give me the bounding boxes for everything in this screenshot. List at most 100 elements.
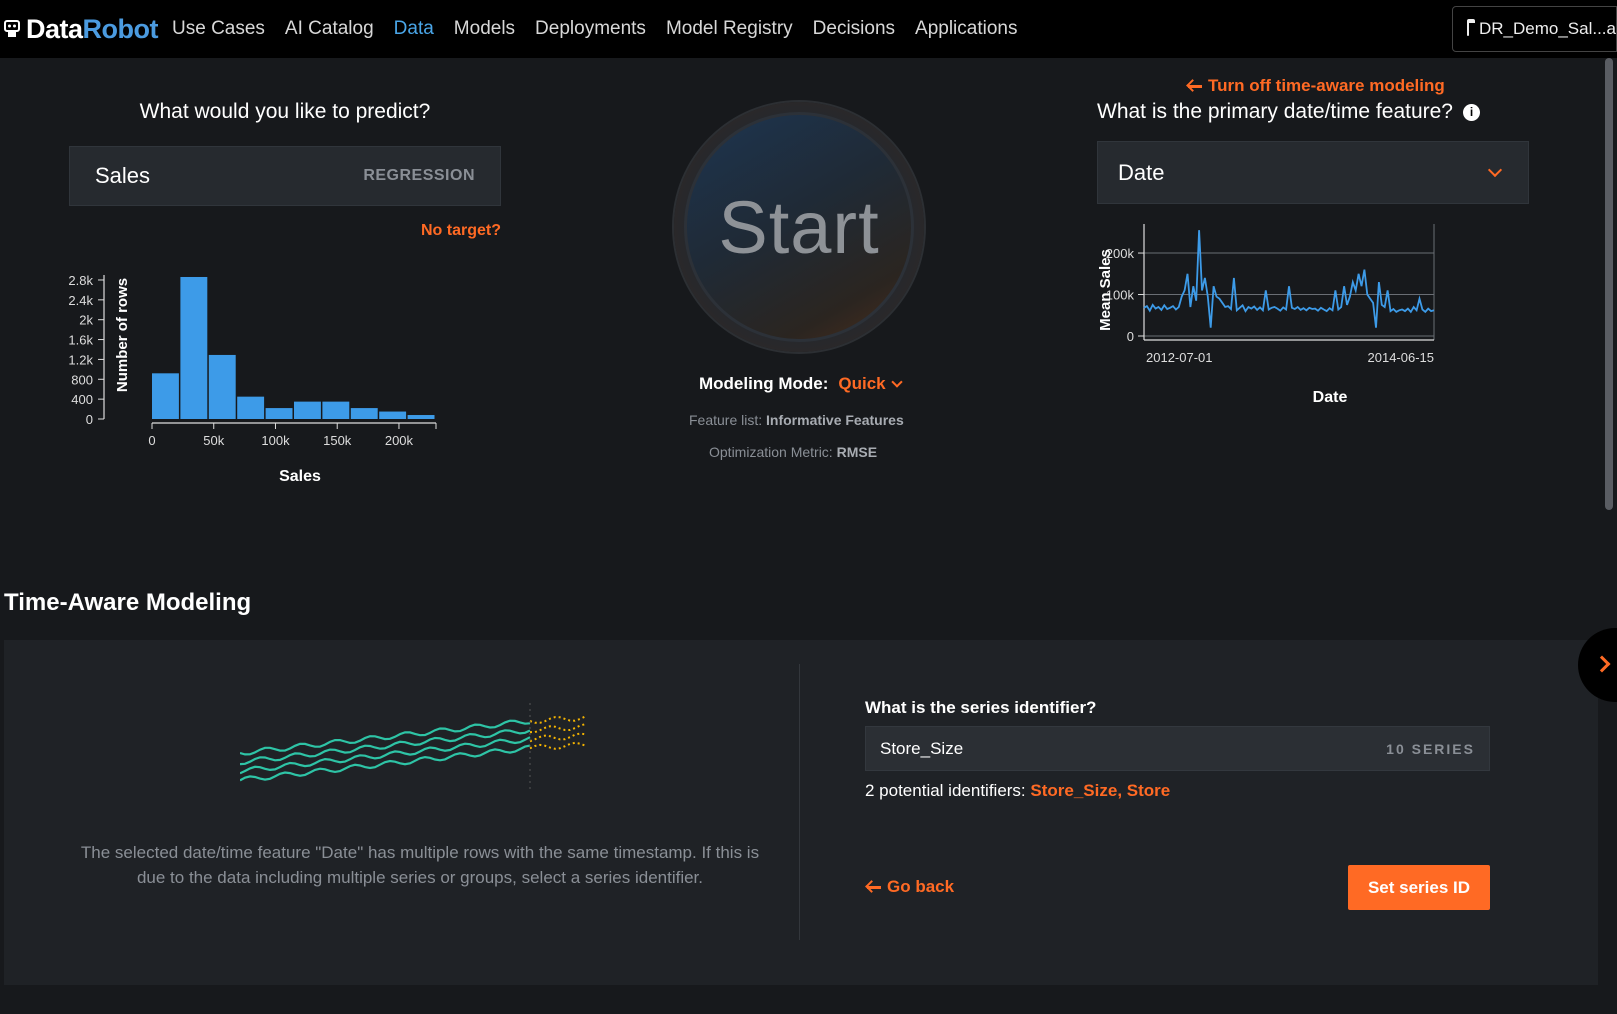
x-tick-label: 200k <box>385 433 414 448</box>
forecast-series-line <box>529 715 586 724</box>
nav-ai-catalog[interactable]: AI Catalog <box>285 18 374 40</box>
series-identifier-value: Store_Size <box>880 738 964 758</box>
start-button[interactable]: Start <box>684 112 914 342</box>
x-tick-label: 50k <box>203 433 224 448</box>
x-tick-label: 150k <box>323 433 352 448</box>
time-aware-panel <box>4 640 1598 985</box>
target-input[interactable]: Sales REGRESSION <box>69 146 501 206</box>
potential-identifiers: 2 potential identifiers: Store_Size, Sto… <box>865 781 1170 801</box>
no-target-link[interactable]: No target? <box>421 222 501 240</box>
nav-models[interactable]: Models <box>454 18 515 40</box>
y-tick-label: 0 <box>86 412 93 427</box>
datetime-feature-select[interactable]: Date <box>1097 141 1529 204</box>
project-selector[interactable]: DR_Demo_Sal...a <box>1452 6 1617 52</box>
x-tick-label: 2014-06-15 <box>1368 350 1435 365</box>
chart-x-axis: 2012-07-01 2014-06-15 <box>1144 339 1435 365</box>
potential-identifiers-links[interactable]: Store_Size, Store <box>1030 781 1170 800</box>
potential-identifiers-label: 2 potential identifiers: <box>865 781 1026 800</box>
project-name: DR_Demo_Sal...a <box>1478 19 1616 38</box>
x-tick-label: 100k <box>261 433 290 448</box>
series-illustration-lines <box>240 715 586 782</box>
histogram-x-label: Sales <box>279 468 321 485</box>
info-icon[interactable]: i <box>1463 103 1480 121</box>
histogram-bar[interactable] <box>208 354 236 419</box>
main-nav: Use Cases AI Catalog Data Models Deploym… <box>172 18 1037 40</box>
histogram-bar[interactable] <box>152 373 179 419</box>
feature-list-row: Feature list: Informative Features <box>689 412 904 428</box>
y-tick-label: 1.6k <box>68 333 93 348</box>
y-tick-label: 1.2k <box>68 352 93 367</box>
series-identifier-input[interactable]: Store_Size 10 SERIES <box>865 726 1490 771</box>
start-label: Start <box>718 185 880 269</box>
time-aware-description: The selected date/time feature "Date" ha… <box>80 843 760 887</box>
histogram-y-axis: 0 400 800 1.2k 1.6k 2k 2.4k 2.8k <box>68 273 105 427</box>
histogram-bar[interactable] <box>265 408 293 419</box>
chevron-down-icon <box>890 375 903 388</box>
nav-model-registry[interactable]: Model Registry <box>666 18 793 40</box>
history-series-line <box>240 736 531 775</box>
arrow-left-icon <box>1186 79 1202 93</box>
chart-x-label: Date <box>1313 389 1348 406</box>
modeling-mode-row: Modeling Mode: Quick <box>699 374 903 394</box>
top-navigation-bar: DataRobot Use Cases AI Catalog Data Mode… <box>0 0 1617 58</box>
mean-sales-series-line <box>1143 230 1435 328</box>
optimization-metric-row: Optimization Metric: RMSE <box>709 444 877 460</box>
target-question: What would you like to predict? <box>139 100 431 123</box>
start-button-ring: Start <box>674 102 924 352</box>
turn-off-time-aware-link[interactable]: Turn off time-aware modeling <box>1186 76 1445 96</box>
histogram-bar[interactable] <box>294 401 321 419</box>
forecast-series-line <box>529 741 586 750</box>
histogram-bars <box>152 276 435 419</box>
y-tick-label: 2k <box>79 313 93 328</box>
datetime-question-text: What is the primary date/time feature? <box>1097 100 1453 123</box>
optimization-metric-label: Optimization Metric: <box>709 444 833 460</box>
turn-off-label: Turn off time-aware modeling <box>1208 76 1445 95</box>
series-count-badge: 10 SERIES <box>1386 740 1475 757</box>
x-tick-label: 0 <box>148 433 155 448</box>
histogram-bar[interactable] <box>180 276 208 419</box>
target-value: Sales <box>95 163 151 188</box>
optimization-metric-value[interactable]: RMSE <box>837 444 877 460</box>
modeling-mode-dropdown[interactable]: Quick <box>838 374 903 394</box>
series-identifier-question: What is the series identifier? <box>865 698 1097 717</box>
mean-sales-chart: 0100k200k 2012-07-01 2014-06-15 Mean Sale… <box>1097 224 1435 406</box>
chevron-down-icon <box>1487 162 1503 177</box>
nav-decisions[interactable]: Decisions <box>813 18 895 40</box>
x-tick-label: 2012-07-01 <box>1146 350 1213 365</box>
time-aware-heading: Time-Aware Modeling <box>4 589 252 616</box>
chevron-right-icon <box>1593 655 1611 673</box>
nav-use-cases[interactable]: Use Cases <box>172 18 265 40</box>
scrollbar-thumb[interactable] <box>1605 58 1613 510</box>
histogram-bar[interactable] <box>322 401 350 419</box>
histogram-bar[interactable] <box>350 408 378 419</box>
go-back-label: Go back <box>887 877 955 896</box>
modeling-mode-label: Modeling Mode: <box>699 374 829 393</box>
histogram-bar[interactable] <box>237 396 265 419</box>
nav-applications[interactable]: Applications <box>915 18 1017 40</box>
panel-divider <box>799 664 800 940</box>
feature-list-value[interactable]: Informative Features <box>766 412 904 428</box>
page-scrollbar[interactable] <box>1603 58 1613 1014</box>
y-tick-label: 800 <box>71 372 93 387</box>
y-tick-label: 2.8k <box>68 273 93 288</box>
target-histogram: 0 400 800 1.2k 1.6k 2k 2.4k 2.8k 0 50k 100k 150k 20… <box>68 273 437 485</box>
histogram-bar[interactable] <box>407 415 435 419</box>
folder-icon <box>1467 19 1475 36</box>
y-tick-label: 2.4k <box>68 293 93 308</box>
chart-y-label: Mean Sales <box>1097 249 1114 331</box>
nav-deployments[interactable]: Deployments <box>535 18 646 40</box>
feature-list-label: Feature list: <box>689 412 763 428</box>
nav-data[interactable]: Data <box>394 18 434 40</box>
arrow-left-icon <box>865 880 881 894</box>
robot-logo-icon <box>2 19 22 39</box>
histogram-bar[interactable] <box>379 411 407 419</box>
datetime-feature-value: Date <box>1118 159 1165 185</box>
datarobot-logo[interactable]: DataRobot <box>2 0 159 58</box>
target-type-badge: REGRESSION <box>363 167 475 184</box>
go-back-link[interactable]: Go back <box>865 877 954 897</box>
history-series-line <box>240 729 531 766</box>
histogram-y-label: Number of rows <box>114 278 131 392</box>
set-series-id-button[interactable]: Set series ID <box>1348 865 1490 910</box>
y-tick-label: 400 <box>71 392 93 407</box>
multi-series-illustration <box>240 703 586 793</box>
